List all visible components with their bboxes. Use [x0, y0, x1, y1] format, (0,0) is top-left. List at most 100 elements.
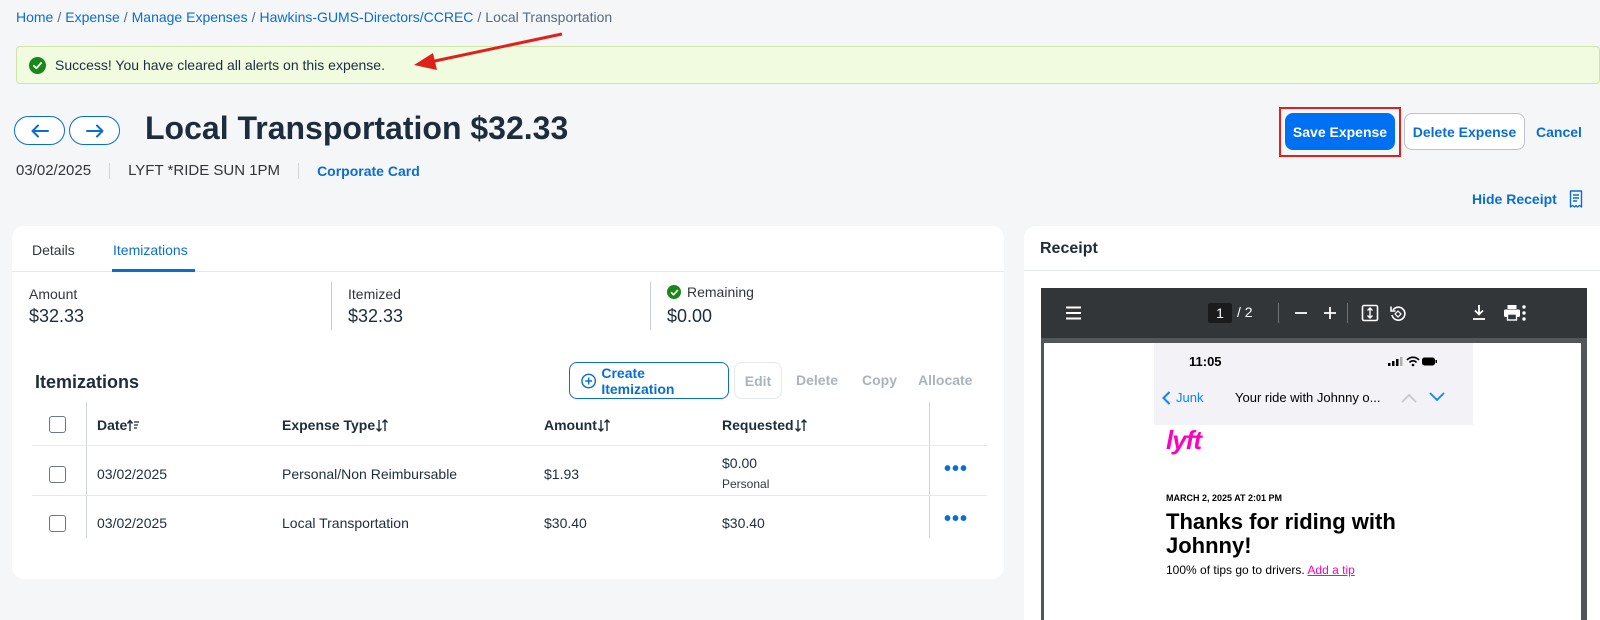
select-all-checkbox[interactable] — [49, 416, 66, 433]
column-header-type-label: Expense Type — [282, 417, 376, 433]
plus-circle-icon — [581, 373, 597, 388]
ride-date: MARCH 2, 2025 AT 2:01 PM — [1166, 493, 1283, 503]
allocate-button[interactable]: Allocate — [918, 372, 972, 388]
ride-headline-line-2: Johnny! — [1166, 533, 1252, 558]
copy-button[interactable]: Copy — [862, 372, 897, 388]
receipt-icon — [1569, 190, 1583, 208]
row-requested-note: Personal — [722, 477, 770, 491]
table-column-divider — [86, 402, 87, 538]
sort-icon — [597, 418, 610, 432]
phone-status-icons — [1388, 356, 1437, 367]
amount-label: Amount — [29, 286, 78, 302]
summary-divider — [650, 282, 651, 330]
print-icon[interactable] — [1503, 304, 1521, 321]
amount-value: $32.33 — [29, 306, 85, 326]
more-vertical-icon[interactable] — [1522, 305, 1526, 321]
table-row-divider — [32, 445, 987, 446]
table-row-divider — [32, 495, 987, 496]
sort-icon — [794, 418, 807, 432]
save-expense-button[interactable]: Save Expense — [1285, 113, 1395, 150]
tips-text: 100% of tips go to drivers. — [1166, 563, 1305, 577]
ride-headline-line-1: Thanks for riding with — [1166, 509, 1396, 534]
back-label[interactable]: Junk — [1176, 390, 1203, 405]
row-amount: $1.93 — [544, 466, 580, 482]
itemized-label: Itemized — [348, 286, 401, 302]
create-itemization-label: Create Itemization — [601, 364, 675, 397]
receipt-header-divider — [1024, 270, 1600, 271]
tab-details[interactable]: Details — [32, 242, 75, 258]
expense-meta: 03/02/2025 LYFT *RIDE SUN 1PM Corporate … — [16, 162, 420, 179]
row-checkbox[interactable] — [49, 515, 66, 532]
previous-expense-button[interactable] — [14, 116, 65, 145]
phone-time: 11:05 — [1189, 354, 1222, 369]
meta-divider — [298, 162, 300, 179]
row-requested: $0.00 — [722, 455, 758, 471]
meta-divider — [109, 162, 111, 179]
row-requested: $30.40 — [722, 515, 765, 531]
download-icon[interactable] — [1472, 304, 1486, 321]
add-tip-link[interactable]: Add a tip — [1307, 563, 1354, 577]
table-column-divider — [929, 402, 930, 538]
create-itemization-button[interactable]: Create Itemization — [569, 362, 729, 399]
tips-line: 100% of tips go to drivers. Add a tip — [1166, 563, 1355, 577]
column-header-date-label: Date — [97, 417, 128, 433]
expense-card: Details Itemizations Amount $32.33 Itemi… — [12, 226, 1004, 579]
expense-date: 03/02/2025 — [16, 162, 92, 179]
row-date: 03/02/2025 — [97, 466, 168, 482]
column-header-date[interactable]: Date — [97, 417, 141, 433]
row-more-options-icon[interactable]: ••• — [944, 509, 968, 529]
remaining-header: Remaining — [667, 284, 754, 300]
row-date: 03/02/2025 — [97, 515, 168, 531]
column-header-amount[interactable]: Amount — [544, 417, 611, 433]
back-chevron-icon[interactable] — [1162, 391, 1171, 405]
lyft-logo: lyft — [1166, 425, 1202, 455]
row-more-options-icon[interactable]: ••• — [944, 459, 968, 479]
delete-button[interactable]: Delete — [796, 372, 838, 388]
itemizations-title: Itemizations — [35, 372, 140, 392]
expense-vendor: LYFT *RIDE SUN 1PM — [128, 162, 281, 179]
column-header-expense-type[interactable]: Expense Type — [282, 417, 389, 433]
next-expense-button[interactable] — [69, 116, 120, 145]
receipt-title: Receipt — [1040, 240, 1098, 257]
delete-expense-button[interactable]: Delete Expense — [1404, 113, 1525, 150]
hide-receipt-button[interactable]: Hide Receipt — [1472, 190, 1583, 208]
tab-bar: Details Itemizations — [12, 226, 1004, 272]
fit-page-icon[interactable] — [1361, 304, 1379, 322]
page-number-input[interactable]: 1 — [1208, 303, 1232, 323]
chevron-down-icon[interactable] — [1429, 392, 1445, 402]
rotate-icon[interactable] — [1389, 304, 1407, 322]
chevron-up-icon[interactable] — [1401, 393, 1417, 403]
edit-button[interactable]: Edit — [734, 362, 782, 399]
email-body: lyft MARCH 2, 2025 AT 2:01 PM Thanks for… — [1154, 425, 1473, 620]
itemized-value: $32.33 — [348, 306, 404, 326]
column-header-requested[interactable]: Requested — [722, 417, 808, 433]
row-checkbox[interactable] — [49, 466, 66, 483]
row-amount: $30.40 — [544, 515, 587, 531]
cancel-button[interactable]: Cancel — [1536, 113, 1582, 150]
zoom-out-icon[interactable] — [1294, 306, 1308, 320]
menu-icon[interactable] — [1065, 306, 1082, 320]
remaining-value: $0.00 — [667, 306, 713, 326]
toolbar-divider — [1278, 303, 1279, 323]
row-expense-type[interactable]: Local Transportation — [282, 515, 409, 531]
column-header-requested-label: Requested — [722, 417, 794, 433]
arrow-left-icon — [31, 124, 49, 137]
arrow-right-icon — [85, 124, 103, 137]
email-subject: Your ride with Johnny o... — [1235, 390, 1381, 405]
page-total: / 2 — [1237, 304, 1253, 320]
row-expense-type[interactable]: Personal/Non Reimbursable — [282, 466, 457, 482]
hide-receipt-label: Hide Receipt — [1472, 191, 1557, 207]
toolbar-divider — [1347, 303, 1348, 323]
sort-ascending-icon — [127, 418, 140, 431]
sort-icon — [376, 418, 389, 432]
payment-type: Corporate Card — [317, 162, 420, 179]
tab-itemizations[interactable]: Itemizations — [113, 242, 188, 258]
summary-divider — [331, 282, 332, 330]
remaining-check-icon — [667, 285, 681, 299]
column-header-amount-label: Amount — [544, 417, 597, 433]
remaining-label: Remaining — [687, 284, 754, 300]
pdf-toolbar: 1 / 2 — [1041, 288, 1587, 338]
tab-active-indicator — [112, 269, 195, 272]
zoom-in-icon[interactable] — [1323, 306, 1337, 320]
annotation-arrow-banner — [414, 32, 563, 70]
